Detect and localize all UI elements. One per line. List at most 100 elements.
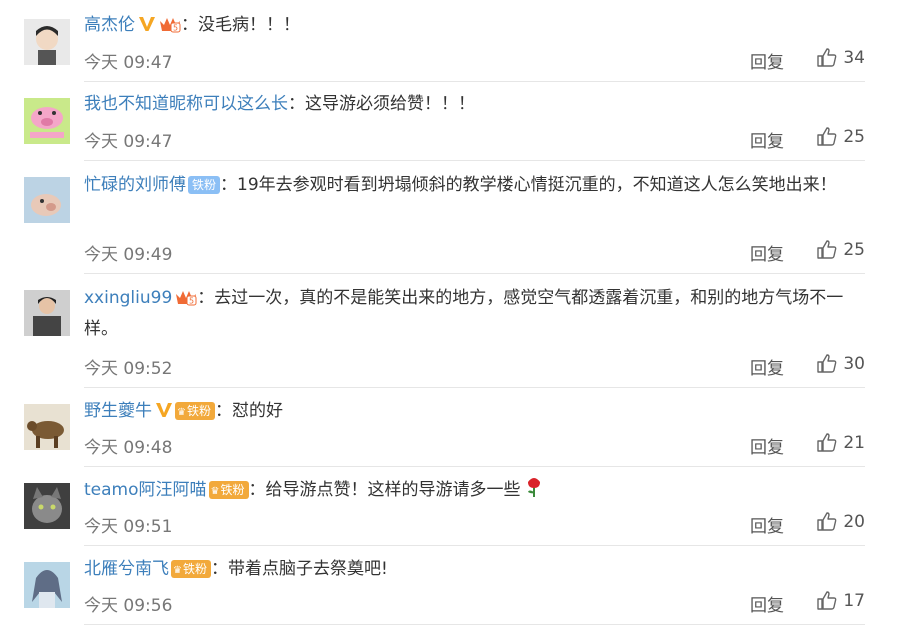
thumbs-up-icon <box>817 591 837 610</box>
thumbs-up-icon <box>817 48 837 67</box>
divider <box>84 466 865 467</box>
like-count: 25 <box>843 240 865 260</box>
comment-meta: 今天 09:52 回复 30 <box>84 354 865 379</box>
reply-button[interactable]: 回复 <box>750 512 784 537</box>
timestamp: 今天 09:51 <box>84 517 173 537</box>
separator: ： <box>220 175 238 195</box>
verified-v-icon <box>155 401 173 419</box>
comment-text: 这导游必须给赞！！！ <box>305 94 475 114</box>
comment-text: 怼的好 <box>231 401 283 421</box>
avatar[interactable] <box>24 177 70 223</box>
thumbs-up-icon <box>817 512 837 531</box>
like-count: 34 <box>843 48 865 68</box>
reply-button[interactable]: 回复 <box>750 433 784 458</box>
separator: ： <box>288 94 305 114</box>
fan-badge-label: 铁粉 <box>182 562 207 576</box>
crown-icon: ♛ <box>177 407 186 418</box>
username-link[interactable]: xxingliu99 <box>84 288 172 308</box>
like-count: 25 <box>843 127 865 147</box>
crown-icon: ♛ <box>210 486 220 497</box>
thumbs-up-icon <box>817 127 837 146</box>
reply-button[interactable]: 回复 <box>750 127 784 152</box>
separator: ： <box>181 15 198 35</box>
member-crown-icon: 5 <box>159 15 181 33</box>
reply-button[interactable]: 回复 <box>750 48 784 73</box>
thumbs-up-icon <box>817 433 837 452</box>
comment-line: xxingliu99 5 ：去过一次，真的不是能笑出来的地方，感觉空气都透露着沉重，… <box>84 283 869 345</box>
username-link[interactable]: 忙碌的刘师傅 <box>84 175 186 195</box>
comment-meta: 今天 09:47 回复 34 <box>84 48 865 73</box>
comment-line: teamo阿汪阿喵 ♛铁粉 ：给导游点赞！这样的导游请多一些 <box>84 475 869 506</box>
username-link[interactable]: 高杰伦 <box>84 15 135 35</box>
username-link[interactable]: 我也不知道昵称可以这么长 <box>84 94 288 114</box>
comment-meta: 今天 09:48 回复 21 <box>84 433 865 458</box>
reply-button[interactable]: 回复 <box>750 240 784 265</box>
separator: ： <box>197 288 215 308</box>
comment-line: 北雁兮南飞 ♛铁粉 ：带着点脑子去祭奠吧! <box>84 554 869 585</box>
divider <box>84 81 865 82</box>
like-count: 30 <box>843 354 865 374</box>
timestamp: 今天 09:56 <box>84 596 173 616</box>
divider <box>84 545 865 546</box>
comment-text: 没毛病！！！ <box>198 15 300 35</box>
crown-icon: ♛ <box>173 565 182 576</box>
avatar[interactable] <box>24 19 70 65</box>
comment-text: 19年去参观时看到坍塌倾斜的教学楼心情挺沉重的，不知道这人怎么笑地出来！ <box>237 175 837 195</box>
timestamp: 今天 09:47 <box>84 132 173 152</box>
divider <box>84 273 865 274</box>
timestamp: 今天 09:52 <box>84 359 173 379</box>
timestamp: 今天 09:47 <box>84 53 173 73</box>
comment-line: 野生夔牛 ♛铁粉 ：怼的好 <box>84 396 869 427</box>
like-button[interactable]: 34 <box>817 48 865 68</box>
avatar[interactable] <box>24 483 70 529</box>
like-button[interactable]: 25 <box>817 240 865 260</box>
reply-button[interactable]: 回复 <box>750 354 784 379</box>
fan-badge: ♛铁粉 <box>171 560 211 578</box>
comment-line: 忙碌的刘师傅 铁粉 ：19年去参观时看到坍塌倾斜的教学楼心情挺沉重的，不知道这人怎么… <box>84 170 869 201</box>
comment-line: 我也不知道昵称可以这么长：这导游必须给赞！！！ <box>84 89 869 120</box>
comment-meta: 今天 09:49 回复 25 <box>84 240 865 265</box>
username-link[interactable]: 北雁兮南飞 <box>84 559 169 579</box>
reply-button[interactable]: 回复 <box>750 591 784 616</box>
avatar[interactable] <box>24 290 70 336</box>
comment-text: 带着点脑子去祭奠吧! <box>227 559 388 579</box>
timestamp: 今天 09:49 <box>84 245 173 265</box>
like-button[interactable]: 30 <box>817 354 865 374</box>
like-count: 17 <box>843 591 865 611</box>
like-button[interactable]: 21 <box>817 433 865 453</box>
fan-badge-label: 铁粉 <box>186 404 211 418</box>
fan-badge: 铁粉 <box>188 176 221 194</box>
username-link[interactable]: teamo阿汪阿喵 <box>84 480 207 500</box>
comment-meta: 今天 09:47 回复 25 <box>84 127 865 152</box>
timestamp: 今天 09:48 <box>84 438 173 458</box>
thumbs-up-icon <box>817 354 837 373</box>
separator: ： <box>210 559 228 579</box>
fan-badge: ♛铁粉 <box>175 402 215 420</box>
verified-v-icon <box>138 15 156 33</box>
avatar[interactable] <box>24 562 70 608</box>
like-count: 21 <box>843 433 865 453</box>
fan-badge-label: 铁粉 <box>220 483 245 497</box>
avatar[interactable] <box>24 98 70 144</box>
avatar[interactable] <box>24 404 70 450</box>
fan-badge: ♛铁粉 <box>208 481 249 499</box>
separator: ： <box>248 480 266 500</box>
comment-line: 高杰伦 5 ：没毛病！！！ <box>84 10 869 41</box>
divider <box>84 387 865 388</box>
like-count: 20 <box>843 512 865 532</box>
like-button[interactable]: 17 <box>817 591 865 611</box>
rose-emoji-icon <box>524 476 544 498</box>
comment-meta: 今天 09:56 回复 17 <box>84 591 865 616</box>
like-button[interactable]: 20 <box>817 512 865 532</box>
comment-meta: 今天 09:51 回复 20 <box>84 512 865 537</box>
svg-text:5: 5 <box>189 297 194 306</box>
thumbs-up-icon <box>817 240 837 259</box>
divider <box>84 160 865 161</box>
separator: ： <box>214 401 232 421</box>
like-button[interactable]: 25 <box>817 127 865 147</box>
comment-text: 给导游点赞！这样的导游请多一些 <box>265 480 521 500</box>
member-crown-icon: 5 <box>175 288 197 306</box>
username-link[interactable]: 野生夔牛 <box>84 401 152 421</box>
divider <box>84 624 865 625</box>
svg-text:5: 5 <box>173 24 178 33</box>
